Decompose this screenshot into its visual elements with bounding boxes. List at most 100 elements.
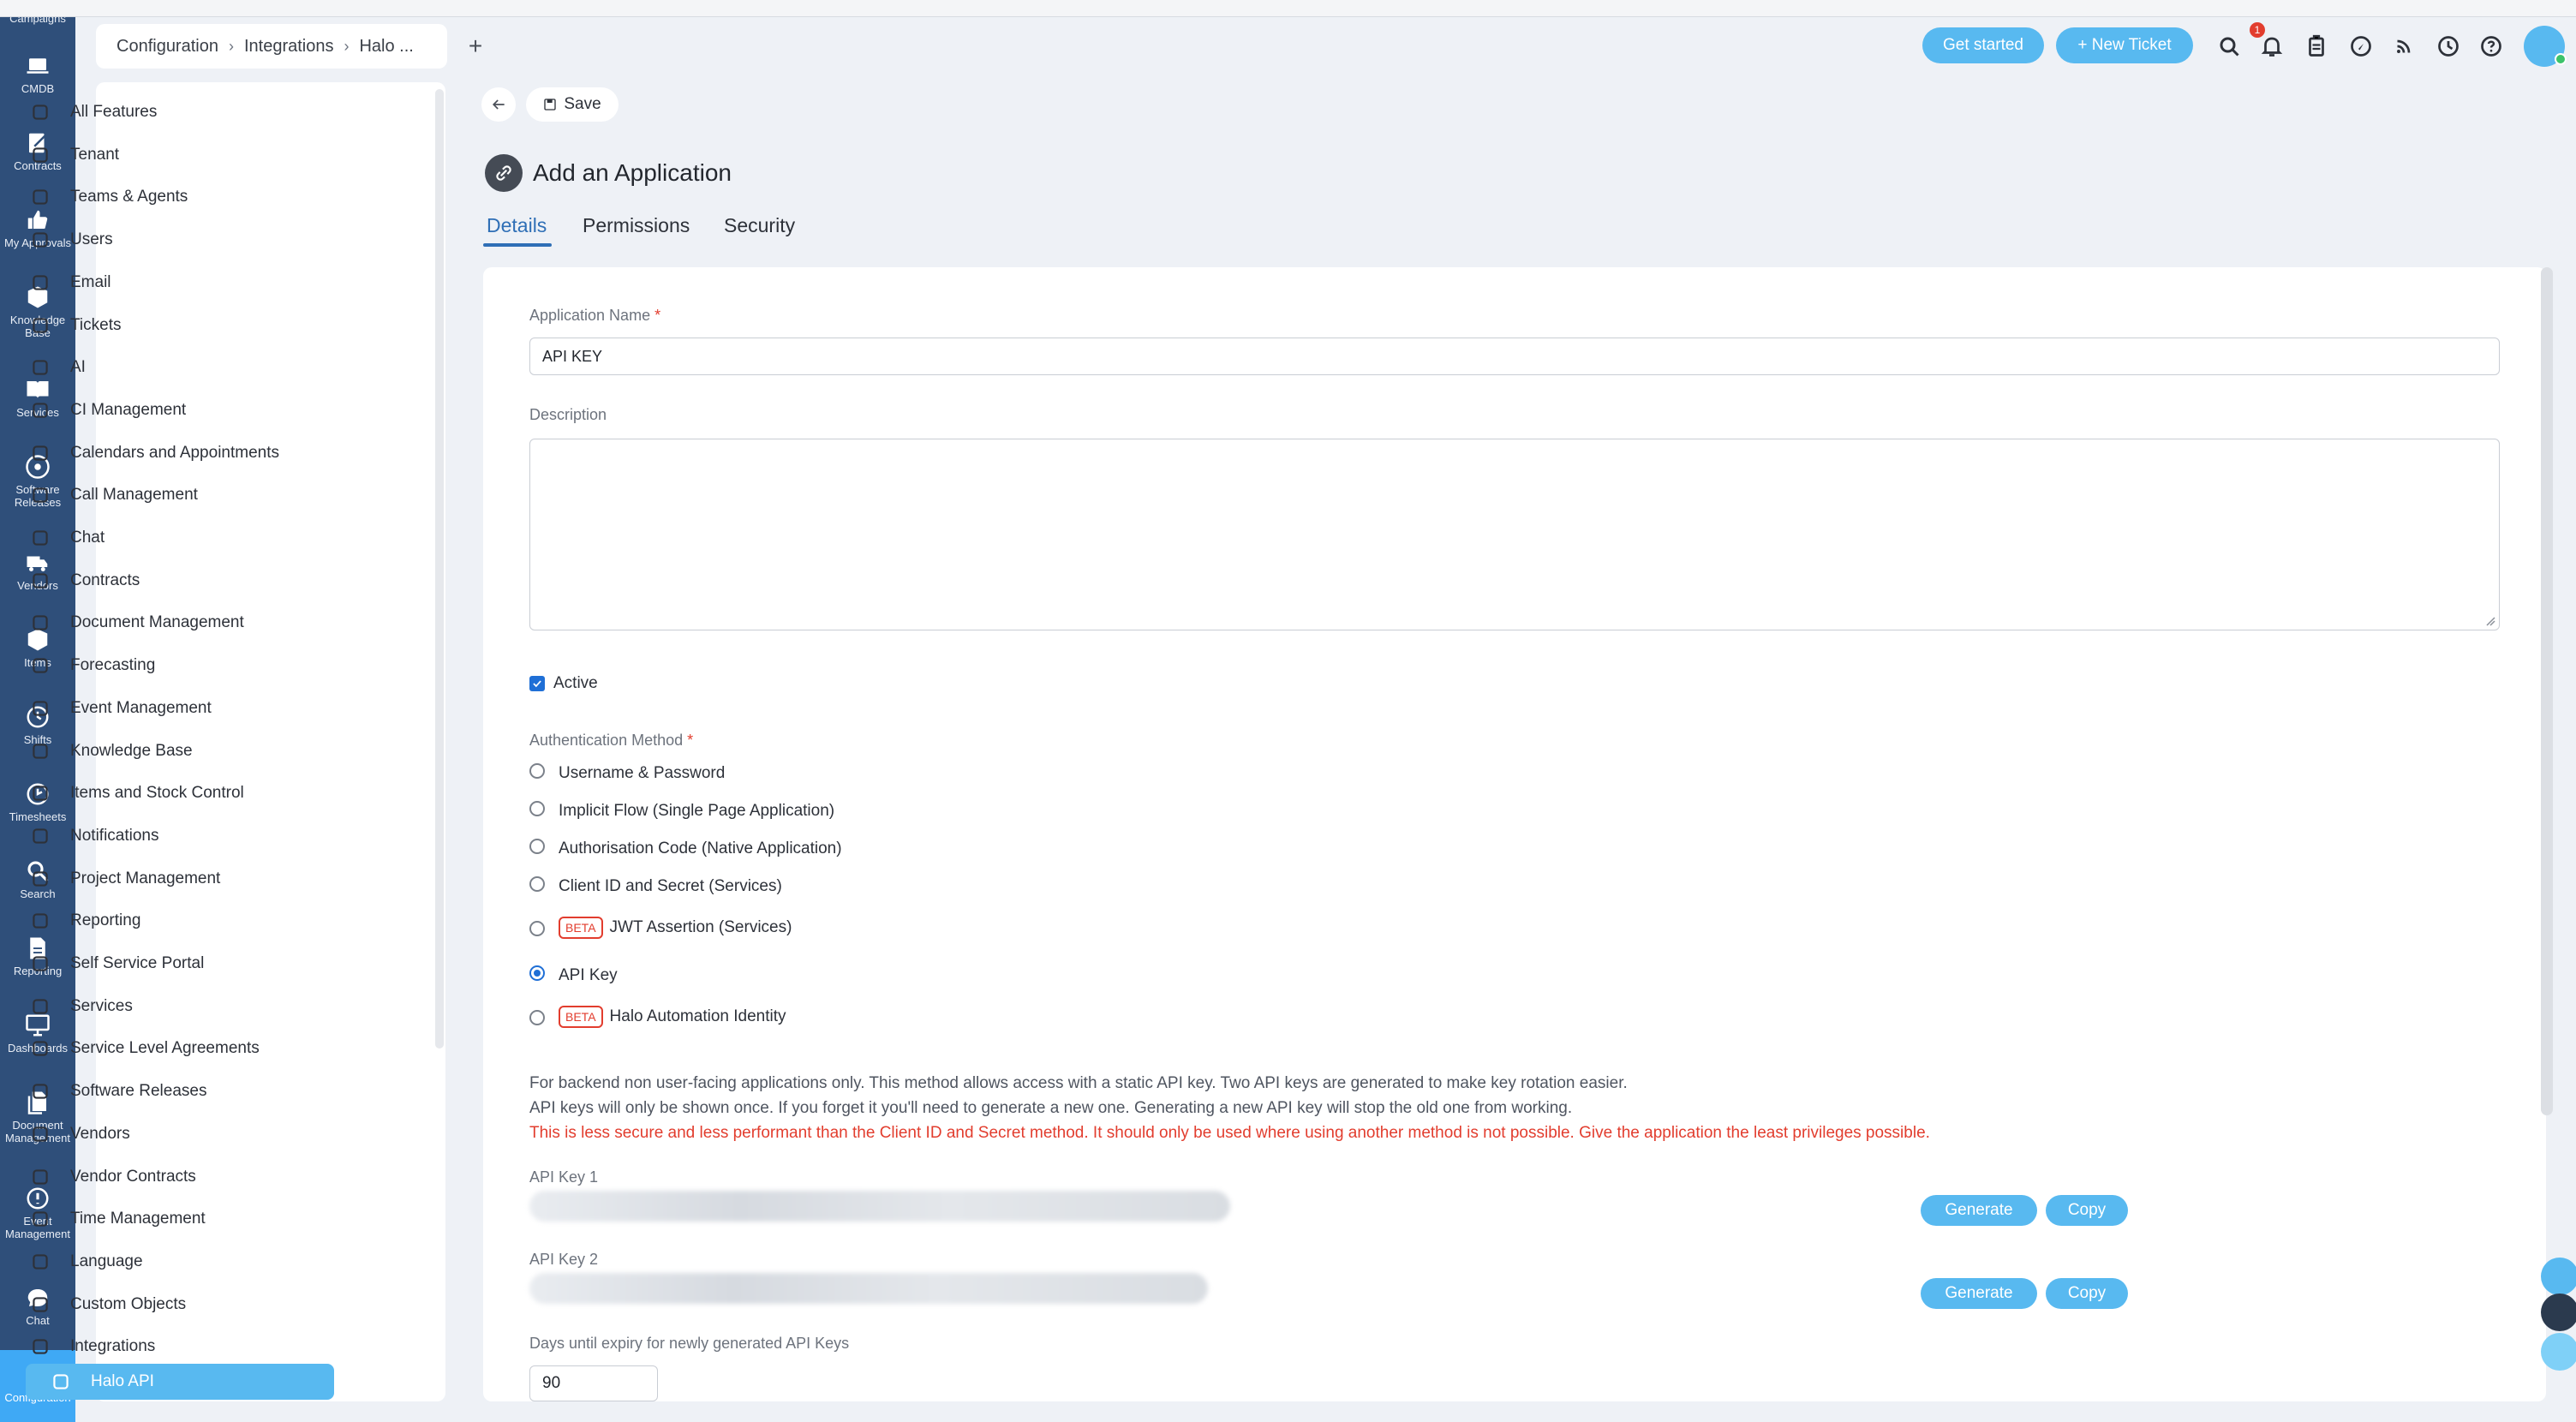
sidebar-item[interactable]: Event Management: [29, 693, 329, 724]
sidebar-scrollbar[interactable]: [435, 89, 444, 1049]
sidebar-item-label: Calendars and Appointments: [70, 443, 279, 462]
new-ticket-button[interactable]: + New Ticket: [2056, 27, 2193, 63]
rss-icon[interactable]: [2388, 31, 2419, 62]
files-icon: [33, 615, 48, 631]
sidebar-item-label: Forecasting: [70, 656, 156, 675]
days-expiry-input[interactable]: 90: [529, 1365, 658, 1401]
sidebar-item[interactable]: Tickets: [29, 310, 329, 341]
chart-icon: [33, 658, 48, 673]
active-checkbox[interactable]: [529, 676, 545, 691]
back-button[interactable]: [481, 87, 516, 122]
check-icon: [533, 680, 541, 688]
sidebar-item[interactable]: Tenant: [29, 140, 329, 170]
sidebar-item[interactable]: Notifications: [29, 821, 329, 851]
sidebar-item[interactable]: Vendor Contracts: [29, 1162, 329, 1192]
main-scrollbar[interactable]: [2541, 267, 2553, 1115]
sidebar-item[interactable]: Users: [29, 224, 329, 255]
save-button[interactable]: Save: [526, 87, 619, 122]
get-started-button[interactable]: Get started: [1922, 27, 2044, 63]
resize-handle-icon[interactable]: [2485, 616, 2495, 626]
sidebar-item[interactable]: Items and Stock Control: [29, 778, 329, 809]
api-key2-label: API Key 2: [529, 1251, 599, 1268]
sidebar-item[interactable]: Halo API: [26, 1364, 334, 1400]
copy-key2-button[interactable]: Copy: [2046, 1278, 2128, 1309]
tab-security[interactable]: Security: [724, 214, 795, 237]
rail-item-partial[interactable]: Campaigns: [0, 17, 75, 25]
people-icon: [33, 189, 48, 206]
tab-permissions[interactable]: Permissions: [583, 214, 690, 237]
globe-icon: [33, 956, 48, 971]
auth-radio[interactable]: [529, 1010, 545, 1025]
sidebar-item[interactable]: Calendars and Appointments: [29, 438, 329, 469]
sidebar-item[interactable]: Call Management: [29, 480, 329, 511]
search-icon[interactable]: [2214, 31, 2244, 62]
tab-details[interactable]: Details: [487, 214, 547, 237]
auth-option-text: JWT Assertion (Services): [609, 918, 792, 936]
breadcrumb-item[interactable]: Halo ...: [359, 37, 413, 57]
sidebar-item[interactable]: Services: [29, 991, 329, 1022]
compass-icon[interactable]: [2346, 31, 2376, 62]
sidebar-item[interactable]: All Features: [29, 97, 329, 128]
application-name-input[interactable]: API KEY: [529, 338, 2500, 375]
sidebar-item[interactable]: AI: [29, 352, 329, 383]
add-tab-button[interactable]: +: [463, 29, 488, 63]
sidebar-item-label: Notifications: [70, 826, 159, 845]
help-icon[interactable]: [2476, 31, 2507, 62]
sidebar-item[interactable]: CI Management: [29, 395, 329, 426]
sidebar-item[interactable]: Forecasting: [29, 650, 329, 681]
sidebar-item[interactable]: Knowledge Base: [29, 736, 329, 767]
auth-radio[interactable]: [529, 763, 545, 779]
sidebar-item-label: Self Service Portal: [70, 954, 205, 972]
auth-radio[interactable]: [529, 839, 545, 854]
chat-bubble-icon[interactable]: [2541, 1258, 2576, 1295]
sidebar-item[interactable]: Service Level Agreements: [29, 1033, 329, 1064]
history-icon[interactable]: [2433, 31, 2464, 62]
rail-item-cmdb[interactable]: CMDB: [0, 53, 75, 95]
generate-key2-button[interactable]: Generate: [1921, 1278, 2037, 1309]
api-key2-value-redacted: [529, 1273, 1208, 1304]
sidebar-item[interactable]: Time Management: [29, 1204, 329, 1234]
breadcrumb-item[interactable]: Configuration: [117, 37, 218, 57]
contract-icon: [33, 1168, 48, 1185]
sidebar-item[interactable]: Language: [29, 1246, 329, 1277]
rail-item-label: CMDB: [21, 82, 55, 95]
auth-radio[interactable]: [529, 801, 545, 816]
home-icon: [33, 105, 48, 120]
object-icon: [33, 1296, 48, 1312]
sidebar-item[interactable]: Self Service Portal: [29, 948, 329, 979]
ai-sparkle-icon[interactable]: [2541, 1294, 2576, 1331]
calendar-icon: [33, 445, 48, 461]
breadcrumb-item[interactable]: Integrations: [244, 37, 334, 57]
generate-key1-button[interactable]: Generate: [1921, 1195, 2037, 1226]
copy-key1-button[interactable]: Copy: [2046, 1195, 2128, 1226]
sidebar-item[interactable]: Chat: [29, 523, 329, 553]
clipboard-icon[interactable]: [2301, 31, 2332, 62]
sidebar-item[interactable]: Integrations: [29, 1331, 329, 1362]
sidebar-item[interactable]: Vendors: [29, 1119, 329, 1150]
sidebar-item-label: Integrations: [70, 1337, 156, 1356]
grid-icon: [33, 147, 48, 163]
auth-radio[interactable]: [529, 965, 545, 981]
sidebar-item-label: Custom Objects: [70, 1294, 187, 1313]
auth-radio[interactable]: [529, 921, 545, 936]
sidebar-item[interactable]: Teams & Agents: [29, 182, 329, 212]
assistant-sparkle-icon[interactable]: [2541, 1333, 2576, 1371]
sidebar-item-label: Service Level Agreements: [70, 1039, 260, 1058]
sidebar-item-label: Time Management: [70, 1210, 206, 1228]
sidebar-item[interactable]: Contracts: [29, 565, 329, 596]
description-label: Description: [529, 406, 607, 423]
sidebar-item[interactable]: Software Releases: [29, 1076, 329, 1107]
sidebar-item[interactable]: Document Management: [29, 607, 329, 638]
chevron-right-icon: ›: [228, 37, 234, 55]
sidebar-item-label: AI: [70, 358, 86, 377]
online-status-dot: [2555, 53, 2567, 65]
doc-icon: [33, 913, 48, 929]
sidebar-item-label: Tenant: [70, 145, 120, 164]
description-textarea[interactable]: [529, 439, 2500, 630]
chevron-right-icon: ›: [344, 37, 350, 55]
auth-radio[interactable]: [529, 876, 545, 892]
sidebar-item[interactable]: Project Management: [29, 863, 329, 894]
sidebar-item[interactable]: Custom Objects: [29, 1289, 329, 1320]
sidebar-item[interactable]: Reporting: [29, 905, 329, 936]
sidebar-item[interactable]: Email: [29, 267, 329, 298]
